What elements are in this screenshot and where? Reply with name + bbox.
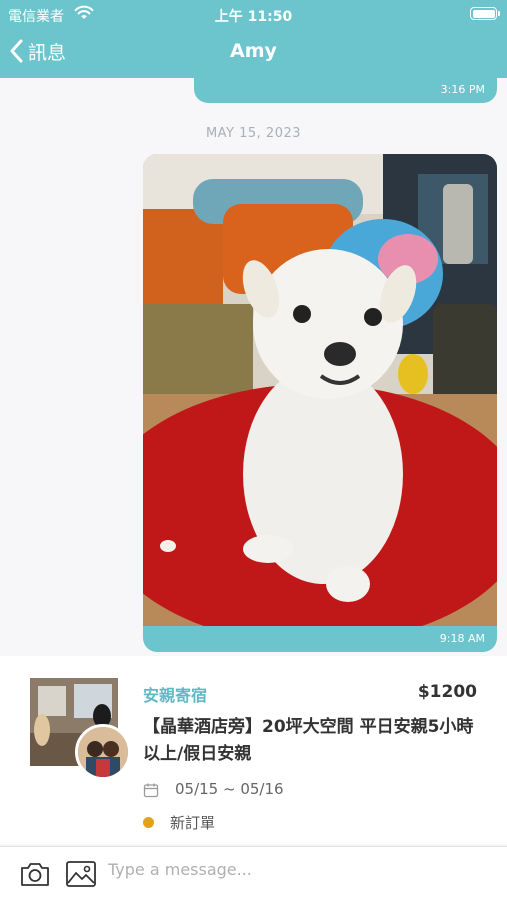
service-type: 安親寄宿 bbox=[143, 686, 208, 705]
status-dot-icon bbox=[143, 817, 154, 828]
battery-icon bbox=[470, 7, 500, 20]
booking-dates: 05/15 ~ 05/16 bbox=[175, 780, 284, 798]
order-card[interactable]: 安親寄宿 $1200 【晶華酒店旁】20坪大空間 平日安親5小時以上/假日安親 … bbox=[0, 656, 507, 844]
message-timestamp: 9:18 AM bbox=[439, 632, 485, 645]
message-input[interactable] bbox=[108, 857, 488, 881]
dog-photo[interactable] bbox=[143, 154, 497, 626]
page-title: Amy bbox=[230, 40, 277, 62]
message-composer bbox=[0, 846, 507, 900]
previous-message-bubble[interactable]: 3:16 PM bbox=[194, 78, 497, 103]
image-icon[interactable] bbox=[65, 859, 97, 889]
order-price: $1200 bbox=[417, 682, 477, 702]
status-time: 上午 11:50 bbox=[214, 9, 293, 25]
calendar-icon bbox=[143, 783, 159, 798]
status-badge: 新訂單 bbox=[170, 814, 216, 832]
nav-header: 電信業者 上午 11:50 訊息 Amy bbox=[0, 0, 507, 78]
date-separator: MAY 15, 2023 bbox=[205, 126, 302, 141]
image-message-bubble[interactable]: 9:18 AM bbox=[143, 154, 497, 652]
message-timestamp: 3:16 PM bbox=[440, 83, 485, 96]
listing-title: 【晶華酒店旁】20坪大空間 平日安親5小時以上/假日安親 bbox=[143, 717, 474, 764]
camera-icon[interactable] bbox=[19, 860, 51, 888]
status-bar: 電信業者 上午 11:50 bbox=[0, 0, 507, 28]
avatar bbox=[75, 724, 131, 780]
